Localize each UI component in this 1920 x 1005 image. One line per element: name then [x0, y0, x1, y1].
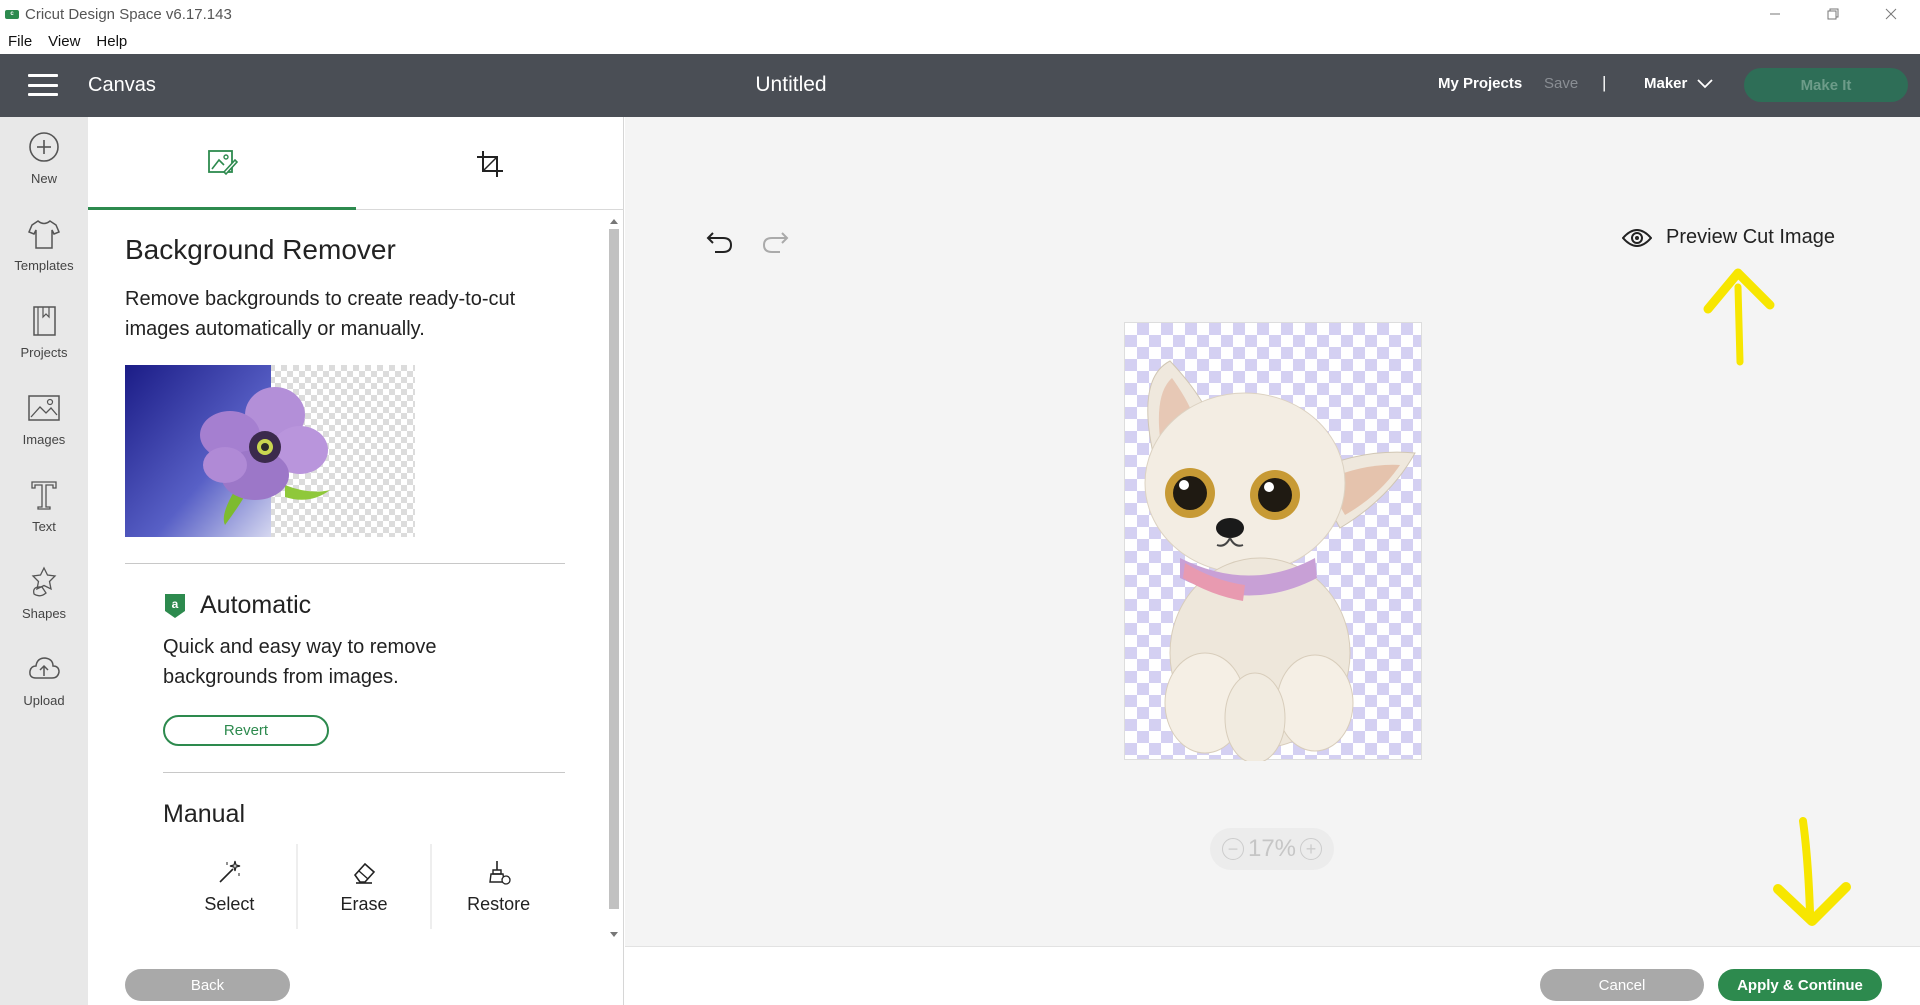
scroll-down-arrow-icon[interactable]	[610, 932, 618, 937]
eraser-icon	[353, 862, 376, 884]
zoom-level: 17%	[1247, 835, 1297, 862]
window-title: Cricut Design Space v6.17.143	[25, 5, 232, 23]
panel-scrollbar[interactable]	[605, 217, 621, 947]
zoom-control: − 17% +	[1210, 828, 1334, 870]
menu-help[interactable]: Help	[96, 33, 127, 50]
scrollbar-thumb[interactable]	[609, 229, 619, 909]
apply-and-continue-button[interactable]: Apply & Continue	[1718, 969, 1882, 1001]
automatic-title: Automatic	[200, 591, 312, 619]
restore-window-icon[interactable]	[1804, 0, 1862, 28]
cricut-logo-icon: c	[5, 9, 19, 19]
panel-tabs	[88, 117, 624, 210]
sidebar-item-label: Images	[22, 432, 66, 447]
automatic-badge-icon: a	[165, 594, 185, 618]
manual-title: Manual	[163, 800, 245, 828]
sidebar-item-projects[interactable]: Projects	[0, 303, 88, 383]
sidebar-item-label: Templates	[14, 258, 74, 273]
sidebar-item-images[interactable]: Images	[0, 390, 88, 470]
section-title: Canvas	[88, 74, 156, 96]
sidebar-item-label: Text	[32, 519, 56, 534]
image-canvas: Preview Cut Image − 17% +	[625, 117, 1920, 946]
divider	[125, 563, 565, 564]
eye-icon	[1622, 228, 1652, 247]
sidebar-item-shapes[interactable]: Shapes	[0, 564, 88, 644]
sidebar-item-text[interactable]: Text	[0, 477, 88, 557]
machine-selector[interactable]: Maker	[1644, 75, 1713, 92]
menu-bar: File View Help	[0, 28, 1920, 54]
restore-tool-button[interactable]: Restore	[432, 844, 566, 929]
tool-label: Restore	[467, 894, 531, 914]
app-header: Canvas Untitled My Projects Save | Maker…	[0, 54, 1920, 117]
header-separator: |	[1602, 73, 1607, 92]
background-remover-example-image	[125, 365, 415, 537]
chevron-down-icon	[1697, 78, 1713, 88]
automatic-description: Quick and easy way to remove backgrounds…	[163, 636, 437, 688]
sidebar-item-label: Projects	[20, 345, 68, 360]
divider	[163, 772, 565, 773]
redo-icon[interactable]	[760, 227, 790, 257]
sidebar-item-new[interactable]: New	[0, 129, 88, 209]
shapes-icon	[31, 566, 57, 597]
sidebar-item-templates[interactable]: Templates	[0, 216, 88, 296]
sidebar-item-upload[interactable]: Upload	[0, 651, 88, 731]
notebook-icon	[33, 306, 56, 336]
annotation-arrow-up-icon	[1703, 268, 1775, 366]
save-button[interactable]: Save	[1544, 75, 1578, 92]
svg-text:a: a	[172, 597, 179, 611]
cloud-upload-icon	[29, 657, 60, 679]
hamburger-menu-icon[interactable]	[28, 74, 58, 96]
preview-cut-label: Preview Cut Image	[1666, 226, 1835, 248]
sidebar-item-label: New	[30, 171, 57, 186]
background-remover-icon	[208, 150, 238, 176]
magic-wand-icon	[219, 860, 241, 883]
preview-cut-image-toggle[interactable]: Preview Cut Image	[1622, 226, 1835, 249]
close-window-icon[interactable]	[1862, 0, 1920, 28]
background-remover-panel: Background Remover Remove backgrounds to…	[88, 117, 624, 1005]
tshirt-icon	[28, 220, 60, 249]
my-projects-link[interactable]: My Projects	[1438, 75, 1522, 92]
tab-crop[interactable]	[356, 117, 624, 210]
erase-tool-button[interactable]: Erase	[297, 844, 431, 929]
minimize-icon[interactable]	[1746, 0, 1804, 28]
image-icon	[28, 395, 60, 421]
sidebar-item-label: Shapes	[21, 606, 67, 621]
window-title-bar: c Cricut Design Space v6.17.143	[0, 0, 1920, 28]
tool-label: Erase	[340, 894, 388, 914]
restore-brush-icon	[488, 861, 511, 885]
undo-icon[interactable]	[705, 227, 735, 257]
annotation-arrow-down-icon	[1773, 817, 1851, 926]
cancel-button[interactable]: Cancel	[1540, 969, 1704, 1001]
left-sidebar: New Templates Projects Images Text Shape…	[0, 117, 88, 1005]
zoom-in-icon[interactable]: +	[1299, 838, 1322, 860]
tool-label: Select	[204, 894, 255, 914]
panel-title: Background Remover	[125, 234, 396, 265]
crop-icon	[477, 150, 503, 177]
uploaded-image-preview[interactable]	[1124, 322, 1422, 764]
sidebar-item-label: Upload	[23, 693, 65, 708]
bottom-action-bar: Cancel Apply & Continue	[625, 946, 1920, 1005]
plus-circle-icon	[29, 132, 59, 162]
panel-description: Remove backgrounds to create ready-to-cu…	[125, 288, 516, 340]
scroll-up-arrow-icon[interactable]	[610, 219, 618, 224]
machine-label: Maker	[1644, 75, 1688, 92]
zoom-out-icon[interactable]: −	[1222, 838, 1244, 860]
make-it-button[interactable]: Make It	[1744, 68, 1908, 102]
tab-background-remover[interactable]	[88, 117, 356, 210]
select-tool-button[interactable]: Select	[163, 844, 296, 929]
document-title: Untitled	[755, 73, 827, 96]
menu-file[interactable]: File	[8, 33, 32, 50]
manual-tools: Select Erase Restore	[163, 844, 566, 929]
window-controls	[1746, 0, 1920, 28]
revert-button[interactable]: Revert	[163, 715, 329, 746]
text-t-icon	[31, 481, 57, 510]
menu-view[interactable]: View	[48, 33, 80, 50]
back-button[interactable]: Back	[125, 969, 290, 1001]
